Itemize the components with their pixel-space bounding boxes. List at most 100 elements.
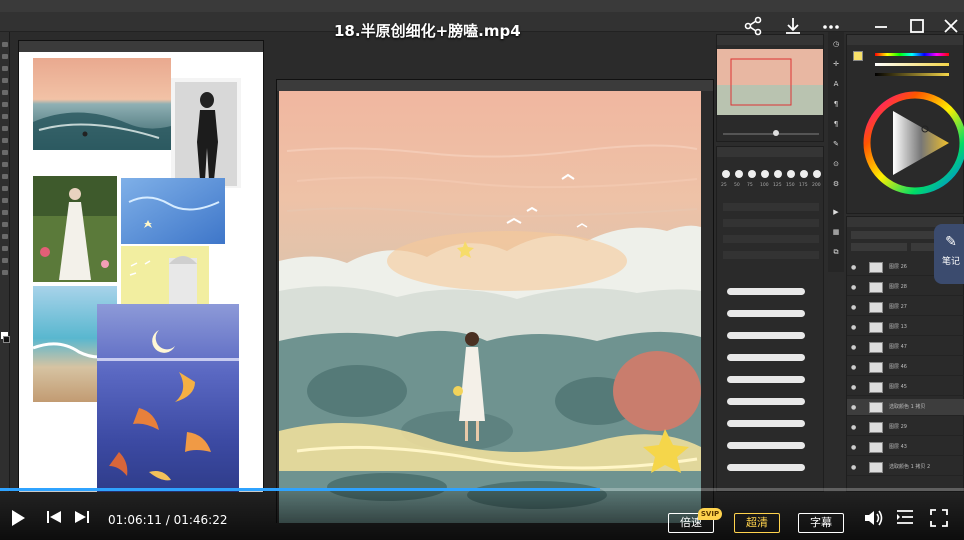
canvas-document-window[interactable] — [276, 79, 714, 523]
fg-color-chip[interactable] — [853, 51, 863, 61]
paragraph-icon[interactable]: ¶ — [832, 100, 840, 108]
total-time: 01:46:22 — [173, 513, 228, 527]
type-icon[interactable]: A — [832, 80, 840, 88]
clone-source-icon[interactable]: ⊙ — [832, 160, 840, 168]
brush-tip[interactable] — [735, 170, 743, 178]
hue-slider[interactable] — [875, 53, 949, 56]
tool-zoom-icon — [2, 270, 8, 275]
brush-preset[interactable] — [725, 367, 811, 389]
brush-preset[interactable] — [725, 411, 811, 433]
layer-row[interactable]: ● 选取颜色 1 拷贝 2 — [847, 459, 964, 476]
layer-row[interactable]: ● 图层 46 — [847, 359, 964, 376]
brush-tip[interactable] — [761, 170, 769, 178]
next-icon[interactable] — [74, 509, 90, 529]
quality-button[interactable]: 超清 — [734, 513, 780, 533]
playlist-icon[interactable] — [896, 509, 914, 529]
blend-mode-select[interactable] — [851, 243, 907, 251]
maximize-icon[interactable] — [906, 16, 928, 38]
brush-preset[interactable] — [725, 345, 811, 367]
brush-stroke-preview — [727, 288, 805, 295]
character-icon[interactable]: ¶ — [832, 120, 840, 128]
layer-row[interactable]: ● 图层 29 — [847, 419, 964, 436]
eye-icon[interactable]: ● — [851, 419, 859, 436]
eye-icon[interactable]: ● — [851, 359, 859, 376]
brush-folder-row[interactable] — [723, 203, 819, 211]
close-icon[interactable] — [940, 16, 962, 38]
layer-row[interactable]: ● 图层 27 — [847, 299, 964, 316]
player-control-bar: 01:06:11 / 01:46:22 倍速 超清 字幕 — [0, 491, 964, 540]
brush-preset[interactable] — [725, 323, 811, 345]
download-icon[interactable] — [782, 16, 804, 38]
brush-preset[interactable] — [725, 279, 811, 301]
brightness-slider[interactable] — [875, 73, 949, 76]
swatches-icon[interactable]: ▦ — [832, 228, 840, 236]
styles-icon[interactable]: ⧉ — [832, 248, 840, 256]
eye-icon[interactable]: ● — [851, 319, 859, 336]
tool-preset-icon[interactable]: ⚙ — [832, 180, 840, 188]
eye-icon[interactable]: ● — [851, 339, 859, 356]
background-color-swatch[interactable] — [3, 336, 10, 343]
brush-size-label: 25 — [721, 183, 727, 188]
history-icon[interactable]: ◷ — [832, 40, 840, 48]
brush-folder-row[interactable] — [723, 235, 819, 243]
tool-hand-icon — [2, 258, 8, 263]
adjust-icon[interactable]: ✛ — [832, 60, 840, 68]
tool-brush-icon — [2, 126, 8, 131]
play-action-icon[interactable]: ▶ — [832, 208, 840, 216]
tool-eyedropper-icon — [2, 102, 8, 107]
color-panel[interactable] — [846, 34, 964, 214]
brush-settings-icon[interactable]: ✎ — [832, 140, 840, 148]
color-wheel[interactable] — [847, 91, 964, 211]
layer-row[interactable]: ● 图层 13 — [847, 319, 964, 336]
brush-folder-row[interactable] — [723, 219, 819, 227]
brush-folder-row[interactable] — [723, 251, 819, 259]
brush-tip[interactable] — [787, 170, 795, 178]
brush-tip[interactable] — [722, 170, 730, 178]
brush-tip[interactable] — [800, 170, 808, 178]
brush-tip[interactable] — [813, 170, 821, 178]
brush-size-label: 150 — [786, 183, 795, 188]
navigator-panel-header — [717, 35, 823, 45]
eye-icon[interactable]: ● — [851, 439, 859, 456]
minimize-icon[interactable] — [870, 16, 892, 38]
eye-icon[interactable]: ● — [851, 399, 859, 416]
play-icon[interactable] — [10, 509, 26, 531]
brush-tip[interactable] — [748, 170, 756, 178]
eye-icon[interactable]: ● — [851, 299, 859, 316]
zoom-slider-handle[interactable] — [773, 130, 779, 136]
eye-icon[interactable]: ● — [851, 279, 859, 296]
layer-thumbnail — [869, 282, 883, 293]
layer-row[interactable]: ● 图层 47 — [847, 339, 964, 356]
layer-row[interactable]: ● 图层 43 — [847, 439, 964, 456]
layer-name: 选取颜色 1 拷贝 2 — [889, 464, 931, 470]
subtitle-button[interactable]: 字幕 — [798, 513, 844, 533]
layer-thumbnail — [869, 262, 883, 273]
tool-pen-icon — [2, 210, 8, 215]
brush-presets-panel[interactable]: 25 50 75 100 125 150 175 200 — [716, 146, 824, 492]
fullscreen-icon[interactable] — [930, 509, 948, 531]
tool-crop-icon — [2, 90, 8, 95]
layer-row-selected[interactable]: ● 选取颜色 1 拷贝 — [847, 399, 964, 416]
saturation-slider[interactable] — [875, 63, 949, 66]
share-icon[interactable] — [742, 16, 764, 38]
previous-icon[interactable] — [46, 509, 62, 529]
eye-icon[interactable]: ● — [851, 459, 859, 476]
note-button[interactable]: ✎ 笔记 — [934, 224, 964, 284]
eye-icon[interactable]: ● — [851, 379, 859, 396]
layer-row[interactable]: ● 图层 45 — [847, 379, 964, 396]
zoom-slider[interactable] — [723, 133, 819, 135]
navigator-panel[interactable] — [716, 34, 824, 142]
artwork-canvas[interactable] — [277, 91, 713, 523]
brush-preset[interactable] — [725, 433, 811, 455]
brush-preset[interactable] — [725, 455, 811, 477]
layer-name: 选取颜色 1 拷贝 — [889, 404, 926, 410]
volume-icon[interactable] — [864, 509, 884, 531]
brush-preset[interactable] — [725, 301, 811, 323]
layer-thumbnail — [869, 342, 883, 353]
brush-tip[interactable] — [774, 170, 782, 178]
more-icon[interactable] — [820, 16, 842, 38]
eye-icon[interactable]: ● — [851, 259, 859, 276]
brush-preset[interactable] — [725, 389, 811, 411]
brushes-panel-header — [717, 147, 823, 157]
reference-document-window[interactable] — [18, 40, 264, 500]
